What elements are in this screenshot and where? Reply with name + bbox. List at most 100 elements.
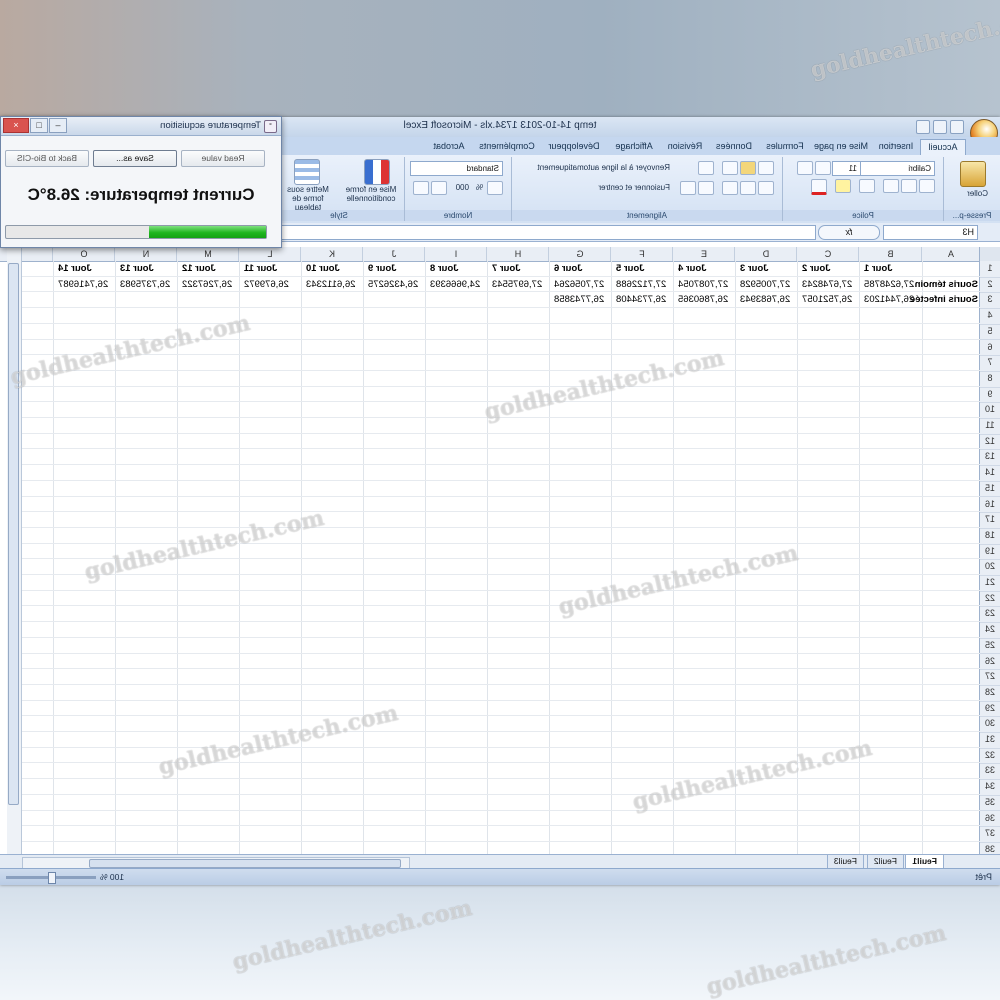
column-header[interactable]: G — [548, 247, 611, 261]
data-cell[interactable]: 27,6748243 — [800, 277, 859, 292]
name-box[interactable]: H3 — [883, 225, 978, 240]
row-header[interactable]: 36 — [980, 810, 1000, 828]
column-title-cell[interactable]: Jour 6 — [551, 261, 611, 276]
row-header[interactable]: 21 — [980, 575, 1000, 592]
row-header[interactable]: 25 — [980, 637, 1000, 655]
column-title-cell[interactable]: Jour 14 — [55, 261, 115, 276]
minimize-icon[interactable]: – — [49, 118, 67, 133]
column-header[interactable]: L — [238, 247, 301, 261]
column-title-cell[interactable]: Jour 9 — [365, 261, 425, 276]
row-header[interactable]: 31 — [980, 732, 1000, 749]
data-cell[interactable]: 26,6112343 — [304, 277, 363, 292]
column-title-cell[interactable]: Jour 11 — [241, 261, 301, 276]
orientation-icon[interactable] — [698, 161, 714, 175]
column-header[interactable]: N — [114, 247, 177, 261]
data-cell[interactable]: 26,679972 — [242, 277, 301, 292]
column-header[interactable]: O — [52, 247, 115, 261]
increase-indent-icon[interactable] — [680, 181, 696, 195]
row-header[interactable]: 16 — [980, 496, 1000, 514]
bold-icon[interactable] — [919, 179, 935, 193]
column-header[interactable]: B — [858, 247, 922, 261]
column-title-cell[interactable]: Jour 10 — [303, 261, 363, 276]
row-header[interactable]: 9 — [980, 386, 1000, 404]
paste-label[interactable]: Coller — [967, 189, 988, 198]
fx-icon[interactable]: fx — [818, 225, 880, 240]
data-cell[interactable]: 26,7734408 — [614, 292, 673, 307]
column-header[interactable]: M — [176, 247, 239, 261]
tab-complements[interactable]: Compléments — [474, 139, 540, 154]
conditional-format-button[interactable]: Mise en forme conditionnelle — [342, 185, 400, 203]
column-title-cell[interactable]: Jour 12 — [179, 261, 239, 276]
data-cell[interactable]: 26,7267322 — [180, 277, 239, 292]
data-cell[interactable]: 24,9666393 — [428, 277, 487, 292]
italic-icon[interactable] — [901, 179, 917, 193]
row-header[interactable]: 23 — [980, 606, 1000, 624]
row-header[interactable]: 29 — [980, 700, 1000, 718]
row-header[interactable]: 37 — [980, 826, 1000, 843]
column-header[interactable]: H — [486, 247, 549, 261]
column-header[interactable]: K — [300, 247, 363, 261]
read-value-button[interactable]: Read value — [181, 150, 265, 167]
tab-accueil[interactable]: Accueil — [920, 139, 966, 155]
row-header[interactable]: 10 — [980, 402, 1000, 419]
sheet-tab-feuil3[interactable]: Feuil3 — [826, 855, 864, 869]
data-cell[interactable]: 27,7087054 — [676, 277, 735, 292]
data-cell[interactable]: 26,7375983 — [118, 277, 177, 292]
data-cell[interactable]: 26,7743858 — [552, 292, 611, 307]
column-title-cell[interactable]: Jour 2 — [799, 261, 859, 276]
row-header[interactable]: 26 — [980, 653, 1000, 671]
vertical-scroll-thumb[interactable] — [8, 263, 19, 805]
sheet-tab-feuil1[interactable]: Feuil1 — [905, 855, 944, 869]
row-header[interactable]: 1 — [980, 261, 1000, 278]
tab-mise-en-page[interactable]: Mise en page — [812, 139, 870, 154]
align-middle-icon[interactable] — [740, 161, 756, 175]
column-title-cell[interactable]: Jour 3 — [737, 261, 797, 276]
align-left-icon[interactable] — [758, 181, 774, 195]
row-header[interactable]: 3 — [980, 292, 1000, 310]
row-header[interactable]: 28 — [980, 684, 1000, 702]
data-cell[interactable]: 26,7521057 — [800, 292, 859, 307]
row-header[interactable]: 11 — [980, 418, 1000, 435]
data-cell[interactable]: 26,7416987 — [56, 277, 115, 292]
save-as-button[interactable]: Save as... — [93, 150, 177, 167]
data-cell[interactable]: 26,7860365 — [676, 292, 735, 307]
row-header[interactable]: 5 — [980, 323, 1000, 341]
column-title-cell[interactable]: Jour 1 — [861, 261, 922, 276]
vertical-scrollbar[interactable] — [7, 247, 22, 859]
row-header[interactable]: 35 — [980, 794, 1000, 812]
decrease-indent-icon[interactable] — [698, 181, 714, 195]
column-title-cell[interactable]: Jour 13 — [117, 261, 177, 276]
decrease-decimal-icon[interactable] — [413, 181, 429, 195]
row-header[interactable]: 22 — [980, 590, 1000, 608]
row-header[interactable]: 30 — [980, 716, 1000, 733]
column-header[interactable]: C — [796, 247, 859, 261]
column-header[interactable]: J — [362, 247, 425, 261]
data-cell[interactable]: 27,7056264 — [552, 277, 611, 292]
column-header[interactable]: A — [921, 247, 980, 261]
row-header[interactable]: 4 — [980, 308, 1000, 325]
underline-icon[interactable] — [883, 179, 899, 193]
worksheet-grid[interactable]: Jour 1 Jour 2 Jour 3 Jour 4 Jour 5 Jour 6 Jour… — [22, 261, 980, 861]
fill-color-icon[interactable] — [835, 179, 851, 193]
data-cell[interactable]: 27,7005928 — [738, 277, 797, 292]
data-cell[interactable]: 26,4326275 — [366, 277, 425, 292]
align-top-icon[interactable] — [758, 161, 774, 175]
tab-formules[interactable]: Formules — [760, 139, 810, 154]
row-header[interactable]: 13 — [980, 449, 1000, 467]
wrap-text-button[interactable]: Renvoyer à la ligne automatiquement — [537, 163, 670, 172]
conditional-format-icon[interactable] — [364, 159, 390, 185]
column-header[interactable]: D — [734, 247, 797, 261]
number-format-combo[interactable]: Standard — [410, 161, 503, 176]
align-center-icon[interactable] — [740, 181, 756, 195]
row-header[interactable]: 7 — [980, 355, 1000, 372]
tab-affichage[interactable]: Affichage — [608, 139, 660, 154]
row-header[interactable]: 6 — [980, 339, 1000, 357]
select-all-corner[interactable] — [979, 247, 1000, 261]
row-header[interactable]: 27 — [980, 669, 1000, 686]
row-header[interactable]: 18 — [980, 527, 1000, 545]
column-title-cell[interactable]: Jour 5 — [613, 261, 673, 276]
paste-icon[interactable] — [960, 161, 986, 187]
currency-icon[interactable] — [487, 181, 503, 195]
tab-developpeur[interactable]: Développeur — [542, 139, 606, 154]
back-to-bio-cis-button[interactable]: Back to Bio-CIS — [5, 150, 89, 167]
